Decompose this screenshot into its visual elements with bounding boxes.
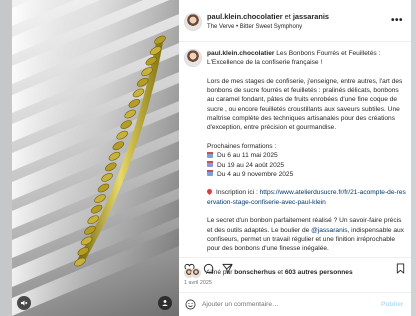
caption-text: paul.klein.chocolatier Les Bonbons Fourr… [205, 49, 407, 256]
comment-input[interactable]: Ajouter un commentaire… [202, 301, 279, 308]
pin-icon [205, 188, 214, 196]
author-link[interactable]: paul.klein.chocolatier [207, 12, 283, 21]
emoji-icon[interactable] [185, 299, 196, 310]
post-header: paul.klein.chocolatier et jassaranis The… [179, 0, 411, 42]
authors-conjunction: et [284, 12, 291, 21]
coauthor-link[interactable]: jassaranis [293, 12, 329, 21]
caption-closing: Le secret d'un bonbon parfaitement réali… [207, 217, 404, 253]
tag-button[interactable] [158, 296, 172, 310]
more-options-button[interactable]: ••• [391, 15, 403, 26]
signup-line: Inscription ici : https://www.atelierdus… [205, 188, 407, 207]
page-backdrop-left [0, 0, 12, 316]
trainings-title: Prochaines formations : [207, 142, 277, 150]
audio-track[interactable]: The Verve • Bitter Sweet Symphony [207, 24, 302, 30]
mention-link[interactable]: @jassaranis [311, 227, 347, 234]
post-date[interactable]: 1 avril 2025 [184, 280, 212, 286]
caption-area: paul.klein.chocolatier Les Bonbons Fourr… [179, 43, 411, 256]
likes-summary: Aimé par bonscherhus et 603 autres perso… [184, 267, 409, 279]
caption-username[interactable]: paul.klein.chocolatier [207, 50, 274, 57]
training-date: Du 19 au 24 août 2025 [207, 161, 407, 170]
caption-intro: Lors de mes stages de confiserie, j'ense… [207, 77, 403, 132]
signup-label: Inscription ici : [216, 189, 258, 197]
mute-icon [21, 300, 28, 306]
author-avatar[interactable] [184, 13, 202, 31]
page-backdrop-right [411, 0, 416, 316]
calendar-icon [207, 151, 213, 158]
tag-icon [162, 300, 168, 306]
likes-count-link[interactable]: 603 autres personnes [285, 269, 353, 276]
caption-avatar[interactable] [184, 49, 202, 67]
liker-avatar[interactable] [191, 268, 201, 278]
post-authors: paul.klein.chocolatier et jassaranis [207, 12, 329, 21]
publish-button[interactable]: Publier [381, 301, 403, 308]
photo-image [12, 0, 179, 316]
training-date: Du 6 au 11 mai 2025 [207, 151, 407, 160]
comment-bar: Ajouter un commentaire… Publier [179, 292, 411, 316]
calendar-icon [207, 170, 213, 177]
post-photo[interactable] [12, 0, 179, 316]
mute-button[interactable] [17, 296, 31, 310]
post-panel: paul.klein.chocolatier et jassaranis The… [179, 0, 411, 316]
liker-username[interactable]: bonscherhus [234, 269, 275, 276]
likes-text: Aimé par bonscherhus et 603 autres perso… [206, 269, 353, 276]
calendar-icon [207, 161, 213, 168]
training-date: Du 4 au 9 novembre 2025 [207, 170, 407, 179]
